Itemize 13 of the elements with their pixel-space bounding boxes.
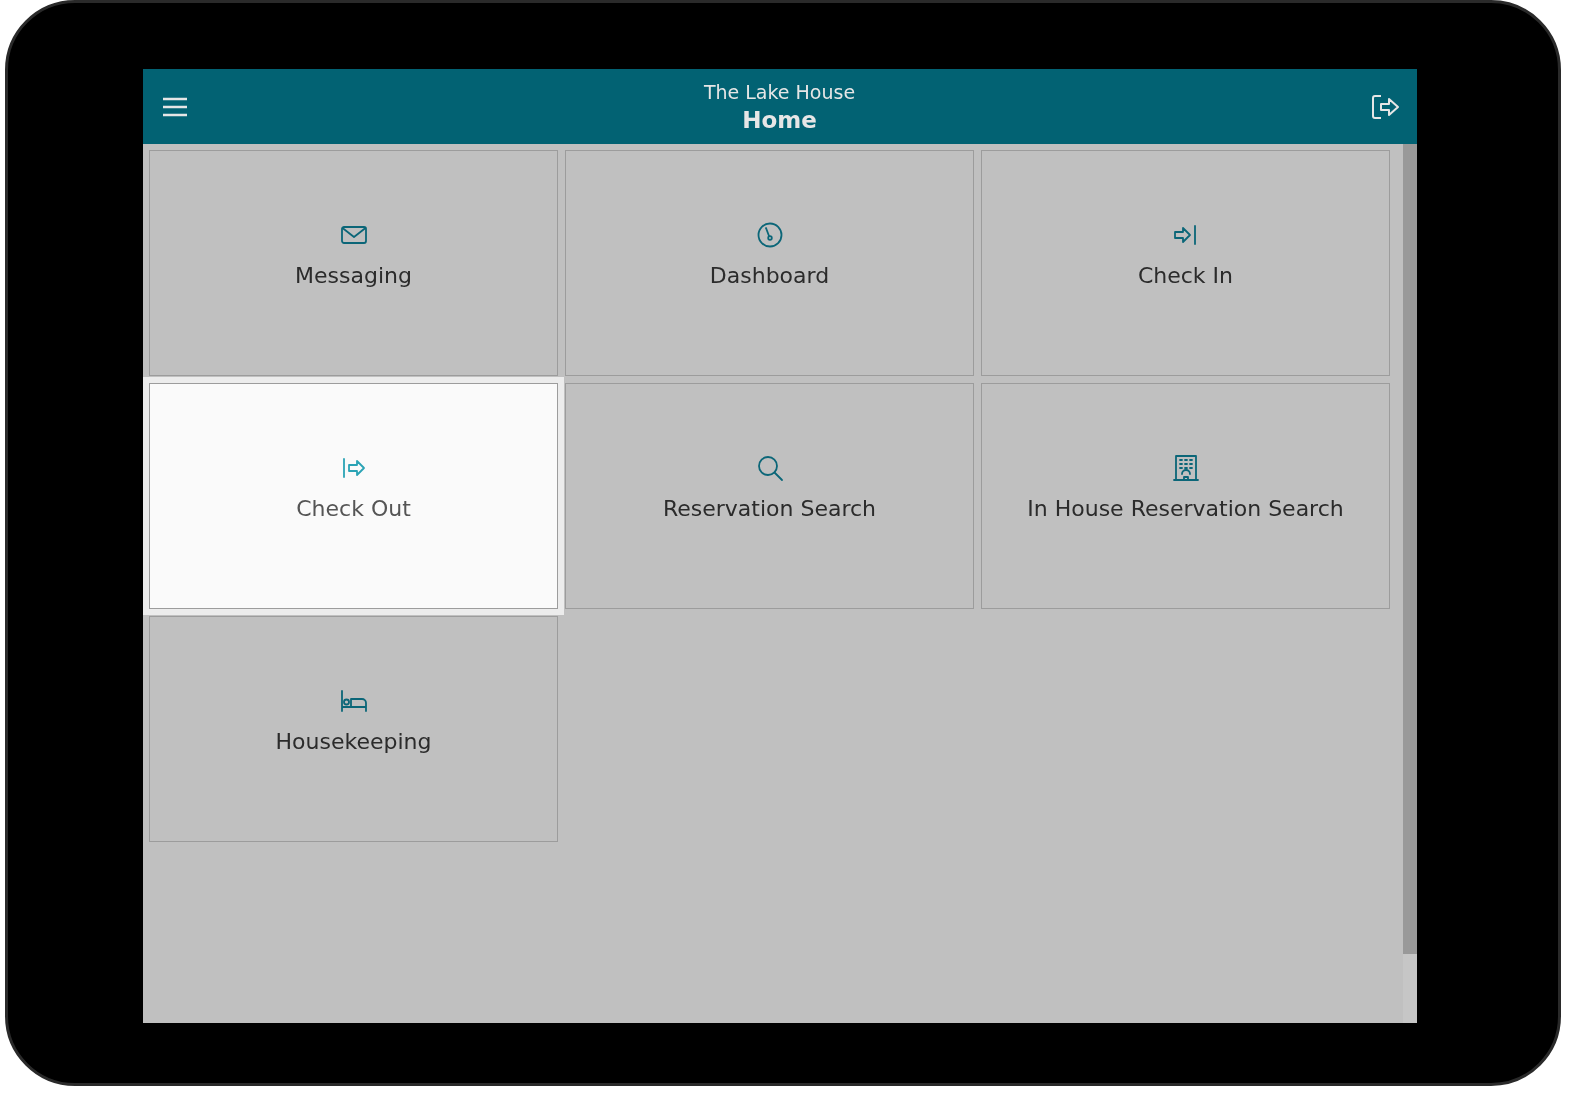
property-name: The Lake House — [703, 80, 856, 103]
building-icon — [1171, 453, 1200, 482]
logout-icon[interactable] — [1371, 93, 1401, 120]
menu-tile[interactable]: Housekeeping — [149, 616, 558, 842]
gauge-icon — [755, 220, 784, 249]
menu-tile[interactable]: In House Reservation Search — [981, 383, 1390, 609]
page-title: Home — [742, 106, 817, 133]
menu-tile[interactable]: Messaging — [149, 150, 558, 376]
menu-tile[interactable]: Reservation Search — [565, 383, 974, 609]
menu-tile[interactable]: Dashboard — [565, 150, 974, 376]
menu-icon[interactable] — [162, 95, 188, 118]
menu-tile[interactable]: Check In — [981, 150, 1390, 376]
search-icon — [755, 453, 784, 482]
